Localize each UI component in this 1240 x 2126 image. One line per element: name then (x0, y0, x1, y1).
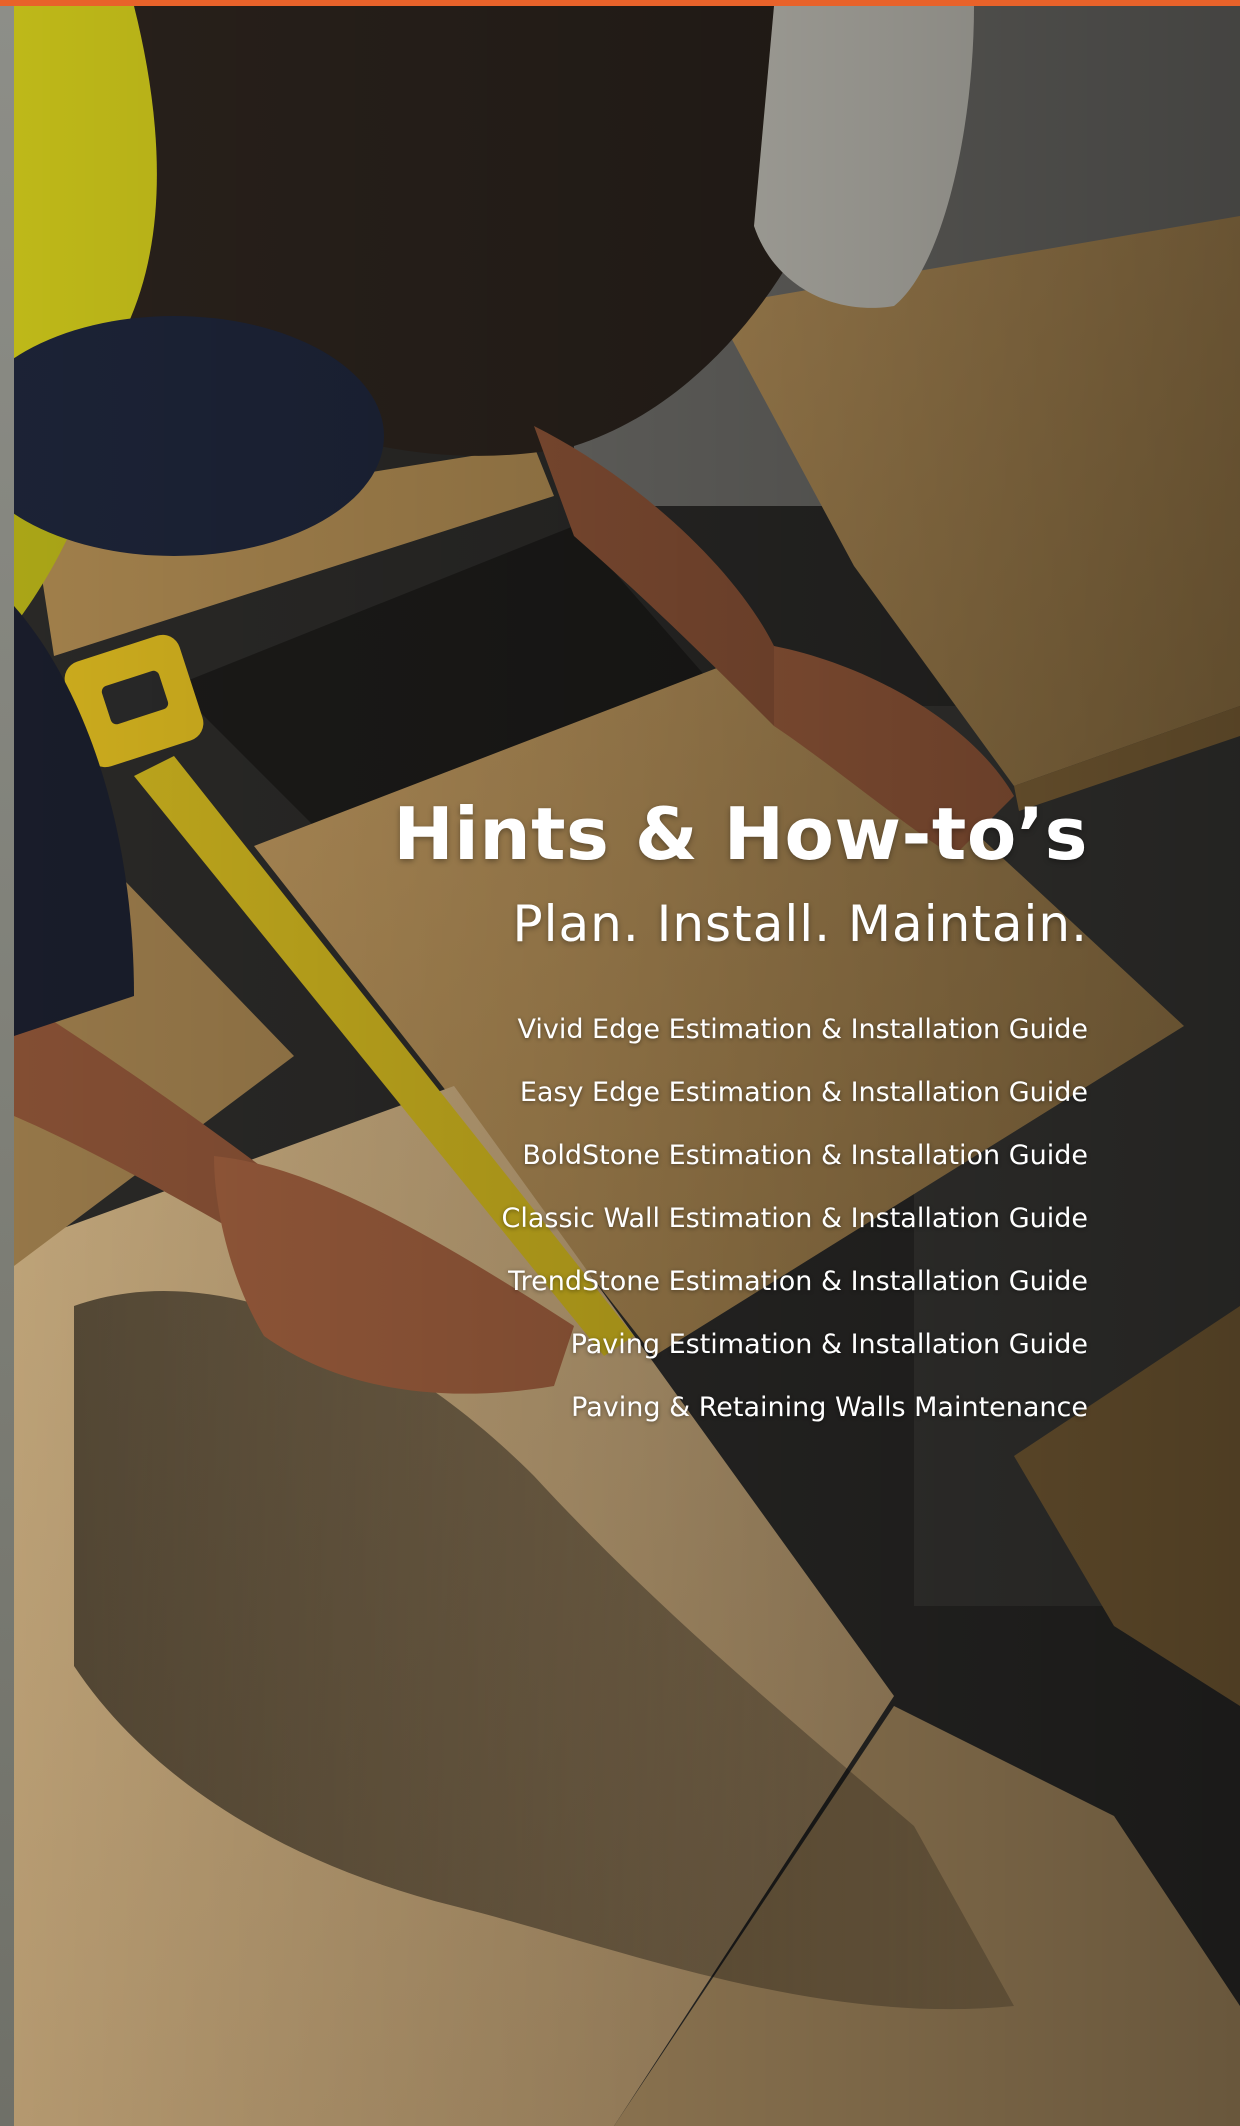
page-title: Hints & How-to’s (393, 792, 1088, 876)
guide-link-boldstone[interactable]: BoldStone Estimation & Installation Guid… (522, 1140, 1088, 1171)
list-item: Classic Wall Estimation & Installation G… (328, 1199, 1088, 1262)
list-item: Paving & Retaining Walls Maintenance (328, 1388, 1088, 1451)
guide-link-maintenance[interactable]: Paving & Retaining Walls Maintenance (571, 1392, 1088, 1423)
page-subtitle: Plan. Install. Maintain. (512, 895, 1088, 953)
guide-link-vivid-edge[interactable]: Vivid Edge Estimation & Installation Gui… (517, 1014, 1088, 1045)
guide-link-list: Vivid Edge Estimation & Installation Gui… (328, 1010, 1088, 1451)
guide-link-classic-wall[interactable]: Classic Wall Estimation & Installation G… (502, 1203, 1088, 1234)
top-accent-bar (0, 0, 1240, 6)
list-item: TrendStone Estimation & Installation Gui… (328, 1262, 1088, 1325)
list-item: Vivid Edge Estimation & Installation Gui… (328, 1010, 1088, 1073)
list-item: Easy Edge Estimation & Installation Guid… (328, 1073, 1088, 1136)
guide-link-paving[interactable]: Paving Estimation & Installation Guide (571, 1329, 1088, 1360)
hero-content: Hints & How-to’s Plan. Install. Maintain… (328, 792, 1088, 1451)
guide-link-easy-edge[interactable]: Easy Edge Estimation & Installation Guid… (520, 1077, 1088, 1108)
left-edge-strip (0, 0, 14, 2126)
list-item: Paving Estimation & Installation Guide (328, 1325, 1088, 1388)
list-item: BoldStone Estimation & Installation Guid… (328, 1136, 1088, 1199)
guide-link-trendstone[interactable]: TrendStone Estimation & Installation Gui… (508, 1266, 1088, 1297)
